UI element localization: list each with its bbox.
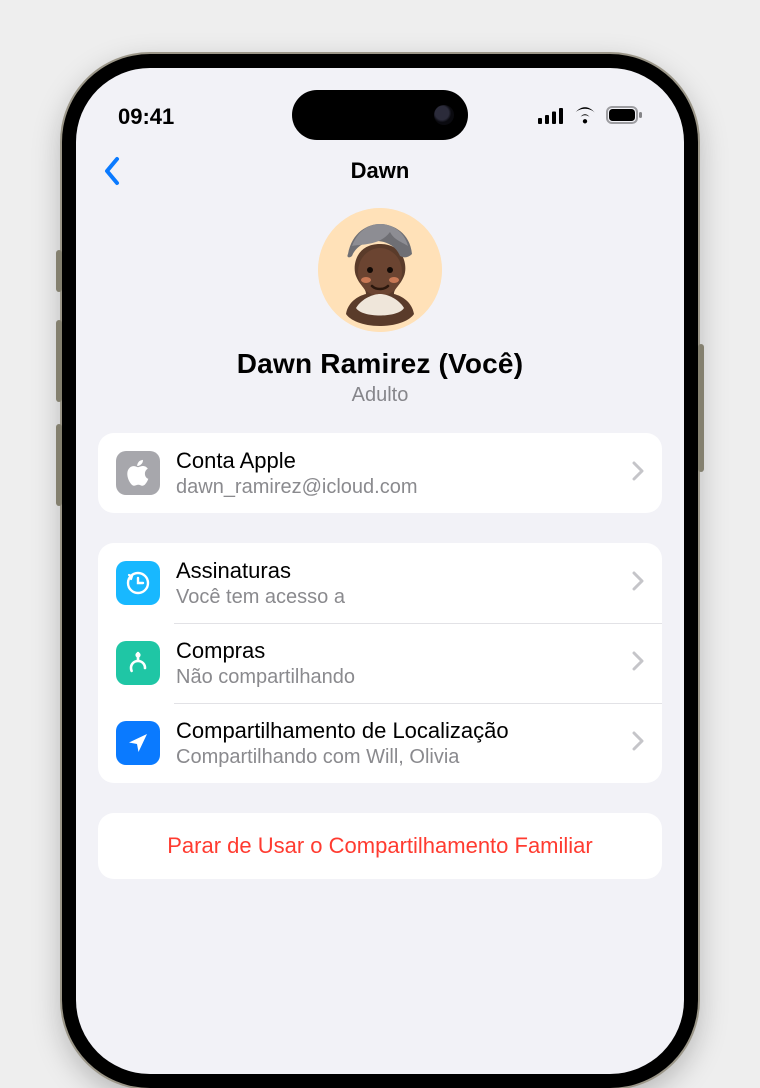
side-button	[56, 250, 62, 292]
side-button	[698, 344, 704, 472]
row-title: Conta Apple	[176, 448, 616, 474]
profile-role: Adulto	[352, 384, 409, 407]
row-title: Compras	[176, 638, 616, 664]
subscriptions-icon	[116, 561, 160, 605]
chevron-right-icon	[632, 731, 644, 756]
chevron-left-icon	[103, 156, 121, 186]
row-subtitle: Não compartilhando	[176, 666, 616, 689]
chevron-right-icon	[632, 651, 644, 676]
iphone-frame: 09:41 Dawn	[62, 54, 698, 1088]
avatar	[318, 208, 442, 332]
screen: 09:41 Dawn	[76, 68, 684, 1074]
row-purchases[interactable]: Compras Não compartilhando	[98, 623, 662, 703]
cellular-icon	[538, 104, 564, 130]
memoji-icon	[318, 208, 442, 332]
nav-bar: Dawn	[76, 144, 684, 198]
wifi-icon	[573, 104, 597, 130]
purchases-icon	[116, 641, 160, 685]
row-title: Assinaturas	[176, 558, 616, 584]
chevron-right-icon	[632, 571, 644, 596]
apple-icon	[116, 451, 160, 495]
profile-header: Dawn Ramirez (Você) Adulto	[76, 198, 684, 433]
row-subtitle: Compartilhando com Will, Olivia	[176, 746, 616, 769]
account-group: Conta Apple dawn_ramirez@icloud.com	[98, 433, 662, 513]
status-right	[538, 104, 642, 130]
side-button	[56, 320, 62, 402]
dynamic-island	[292, 90, 468, 140]
row-apple-account[interactable]: Conta Apple dawn_ramirez@icloud.com	[98, 433, 662, 513]
sharing-group: Assinaturas Você tem acesso a Compras Nã…	[98, 543, 662, 783]
battery-icon	[606, 104, 642, 130]
row-title: Compartilhamento de Localização	[176, 718, 616, 744]
row-subtitle: Você tem acesso a	[176, 586, 616, 609]
row-subtitle: dawn_ramirez@icloud.com	[176, 476, 616, 499]
stop-family-sharing-button[interactable]: Parar de Usar o Compartilhamento Familia…	[98, 813, 662, 879]
location-icon	[116, 721, 160, 765]
side-button	[56, 424, 62, 506]
row-location-sharing[interactable]: Compartilhamento de Localização Comparti…	[98, 703, 662, 783]
status-time: 09:41	[118, 104, 174, 130]
back-button[interactable]	[94, 153, 130, 189]
chevron-right-icon	[632, 461, 644, 486]
row-subscriptions[interactable]: Assinaturas Você tem acesso a	[98, 543, 662, 623]
danger-group: Parar de Usar o Compartilhamento Familia…	[98, 813, 662, 879]
nav-title: Dawn	[351, 158, 410, 184]
profile-name: Dawn Ramirez (Você)	[237, 348, 523, 380]
